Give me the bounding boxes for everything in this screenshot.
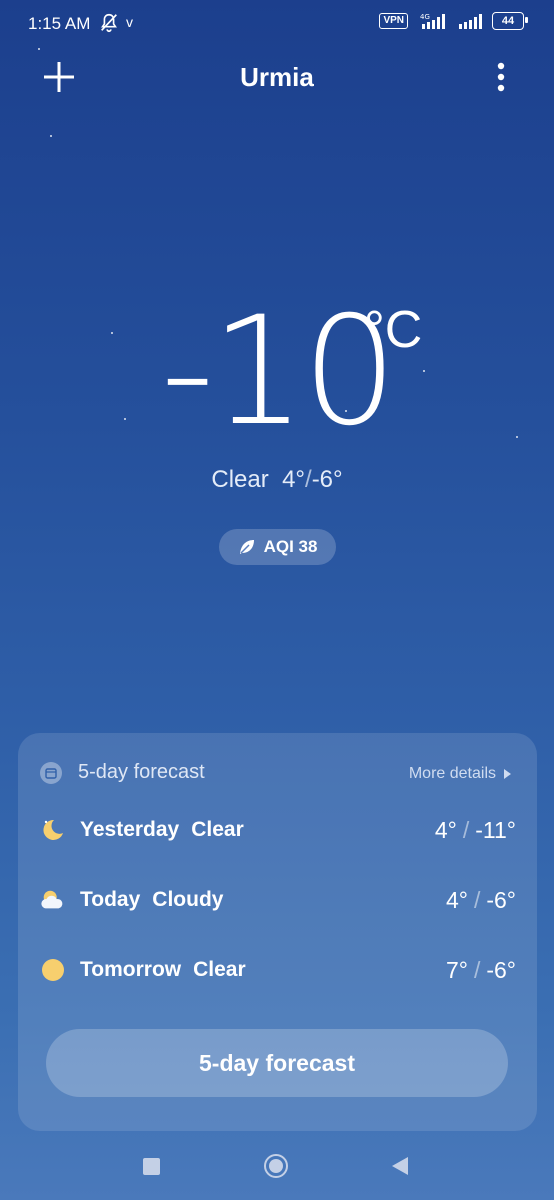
more-options-button[interactable] bbox=[488, 60, 514, 96]
signal-icon bbox=[459, 14, 482, 29]
temp-separator: / bbox=[473, 956, 481, 983]
forecast-day: Yesterday bbox=[80, 818, 180, 841]
calendar-icon bbox=[40, 761, 62, 784]
status-time: 1:15 AM bbox=[28, 14, 91, 33]
home-button[interactable] bbox=[264, 1154, 288, 1178]
vpn-badge: VPN bbox=[379, 13, 408, 29]
current-temperature: -10 bbox=[160, 285, 398, 459]
current-condition: Clear 4°/-6° bbox=[0, 466, 554, 494]
battery-indicator: 44 bbox=[492, 12, 528, 30]
forecast-high: 4° bbox=[434, 816, 457, 843]
forecast-title: 5-day forecast bbox=[78, 761, 205, 783]
forecast-row[interactable]: Yesterday Clear 4° / -11° bbox=[40, 810, 516, 850]
temp-separator: / bbox=[305, 466, 312, 493]
temp-separator: / bbox=[473, 886, 481, 913]
aqi-label: AQI 38 bbox=[263, 537, 318, 556]
star bbox=[50, 135, 52, 137]
cloudy-icon bbox=[41, 890, 63, 909]
low-temp: -6° bbox=[311, 466, 343, 493]
forecast-day: Today bbox=[80, 888, 141, 911]
forecast-condition: Clear bbox=[191, 818, 244, 841]
recents-button[interactable] bbox=[143, 1158, 160, 1175]
star bbox=[38, 48, 40, 50]
aqi-badge[interactable]: AQI 38 bbox=[219, 529, 336, 565]
forecast-temps: 7° / -6° bbox=[446, 957, 516, 984]
sun-icon bbox=[42, 959, 64, 981]
moon-icon bbox=[43, 819, 63, 840]
forecast-condition: Cloudy bbox=[152, 888, 224, 911]
more-details-link[interactable]: More details bbox=[409, 765, 511, 783]
forecast-temps: 4° / -11° bbox=[435, 817, 516, 844]
city-title: Urmia bbox=[240, 62, 314, 92]
forecast-row[interactable]: Tomorrow Clear 7° / -6° bbox=[40, 950, 516, 990]
forecast-low: -11° bbox=[475, 816, 516, 843]
high-temp: 4° bbox=[282, 466, 306, 493]
bell-off-icon bbox=[101, 13, 117, 33]
status-chevron: v bbox=[126, 14, 133, 30]
forecast-card: 5-day forecast More details Yesterday Cl… bbox=[18, 733, 537, 1131]
more-details-label: More details bbox=[408, 765, 496, 782]
temperature-unit: °C bbox=[364, 301, 423, 359]
temp-separator: / bbox=[462, 816, 470, 843]
forecast-header: 5-day forecast bbox=[40, 761, 205, 784]
forecast-temps: 4° / -6° bbox=[446, 887, 516, 914]
forecast-high: 7° bbox=[445, 956, 468, 983]
forecast-day: Tomorrow bbox=[80, 958, 182, 981]
status-bar: 1:15 AM v VPN 4G 44 bbox=[0, 0, 554, 48]
five-day-forecast-button[interactable]: 5-day forecast bbox=[46, 1029, 508, 1097]
forecast-condition: Clear bbox=[193, 958, 246, 981]
forecast-low: -6° bbox=[486, 956, 516, 983]
forecast-low: -6° bbox=[486, 886, 516, 913]
forecast-row[interactable]: Today Cloudy 4° / -6° bbox=[40, 880, 516, 920]
caret-right-icon bbox=[504, 769, 511, 779]
signal-4g-icon: 4G bbox=[420, 13, 445, 29]
back-button[interactable] bbox=[392, 1157, 408, 1175]
condition-text: Clear bbox=[211, 466, 269, 493]
svg-text:4G: 4G bbox=[420, 13, 430, 21]
leaf-icon bbox=[239, 540, 254, 554]
forecast-high: 4° bbox=[445, 886, 468, 913]
